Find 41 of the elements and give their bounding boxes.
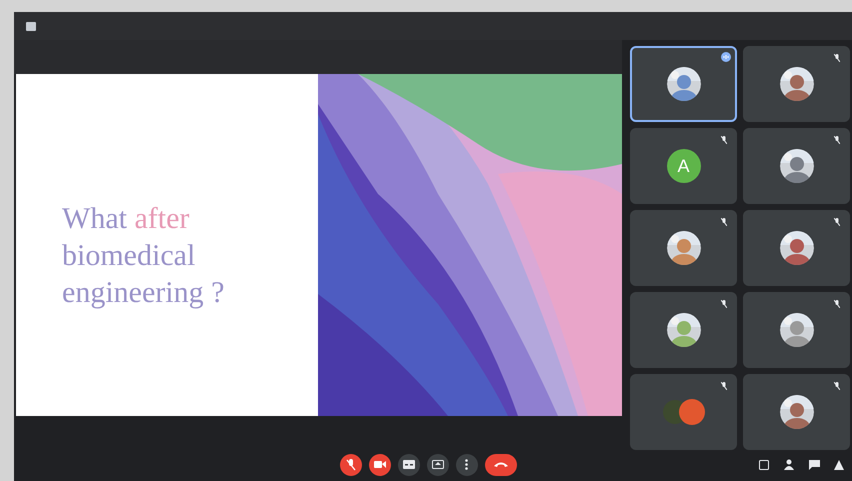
avatar-letter: A — [666, 149, 700, 183]
info-icon[interactable] — [759, 460, 769, 470]
more-icon — [465, 459, 468, 470]
hangup-button[interactable] — [484, 454, 516, 476]
slide-headline: What after — [62, 200, 190, 236]
mic-off-icon — [834, 300, 840, 308]
window-icon — [26, 22, 36, 30]
speaking-icon — [721, 52, 731, 62]
mic-button[interactable] — [340, 454, 362, 476]
people-icon[interactable] — [783, 459, 795, 470]
participant-tile[interactable] — [743, 128, 850, 204]
participant-tile[interactable]: A — [630, 128, 737, 204]
mic-off-icon — [834, 136, 840, 144]
participant-tile[interactable] — [630, 374, 737, 450]
participant-tile[interactable] — [630, 210, 737, 286]
activities-icon[interactable] — [834, 460, 844, 470]
mic-off-icon — [346, 458, 356, 470]
participant-tile[interactable] — [743, 374, 850, 450]
more-button[interactable] — [456, 454, 478, 476]
present-icon — [432, 460, 444, 469]
participant-tile[interactable] — [743, 210, 850, 286]
participant-tile[interactable] — [743, 292, 850, 368]
camera-off-icon — [374, 460, 386, 469]
chat-icon[interactable] — [809, 460, 820, 470]
hangup-icon — [492, 461, 508, 468]
participant-tile[interactable] — [630, 46, 737, 122]
participant-tile[interactable] — [630, 292, 737, 368]
mic-off-icon — [834, 54, 840, 62]
captions-icon — [402, 460, 414, 469]
mic-off-icon — [721, 136, 727, 144]
participant-tile[interactable] — [743, 46, 850, 122]
mic-off-icon — [834, 218, 840, 226]
camera-button[interactable] — [368, 454, 390, 476]
present-button[interactable] — [426, 454, 448, 476]
mic-off-icon — [721, 218, 727, 226]
mic-off-icon — [834, 382, 840, 390]
mic-off-icon — [721, 382, 727, 390]
slide-headline: engineering ? — [62, 274, 226, 310]
mic-off-icon — [721, 300, 727, 308]
slide-headline: biomedical — [62, 238, 196, 274]
captions-button[interactable] — [398, 454, 420, 476]
